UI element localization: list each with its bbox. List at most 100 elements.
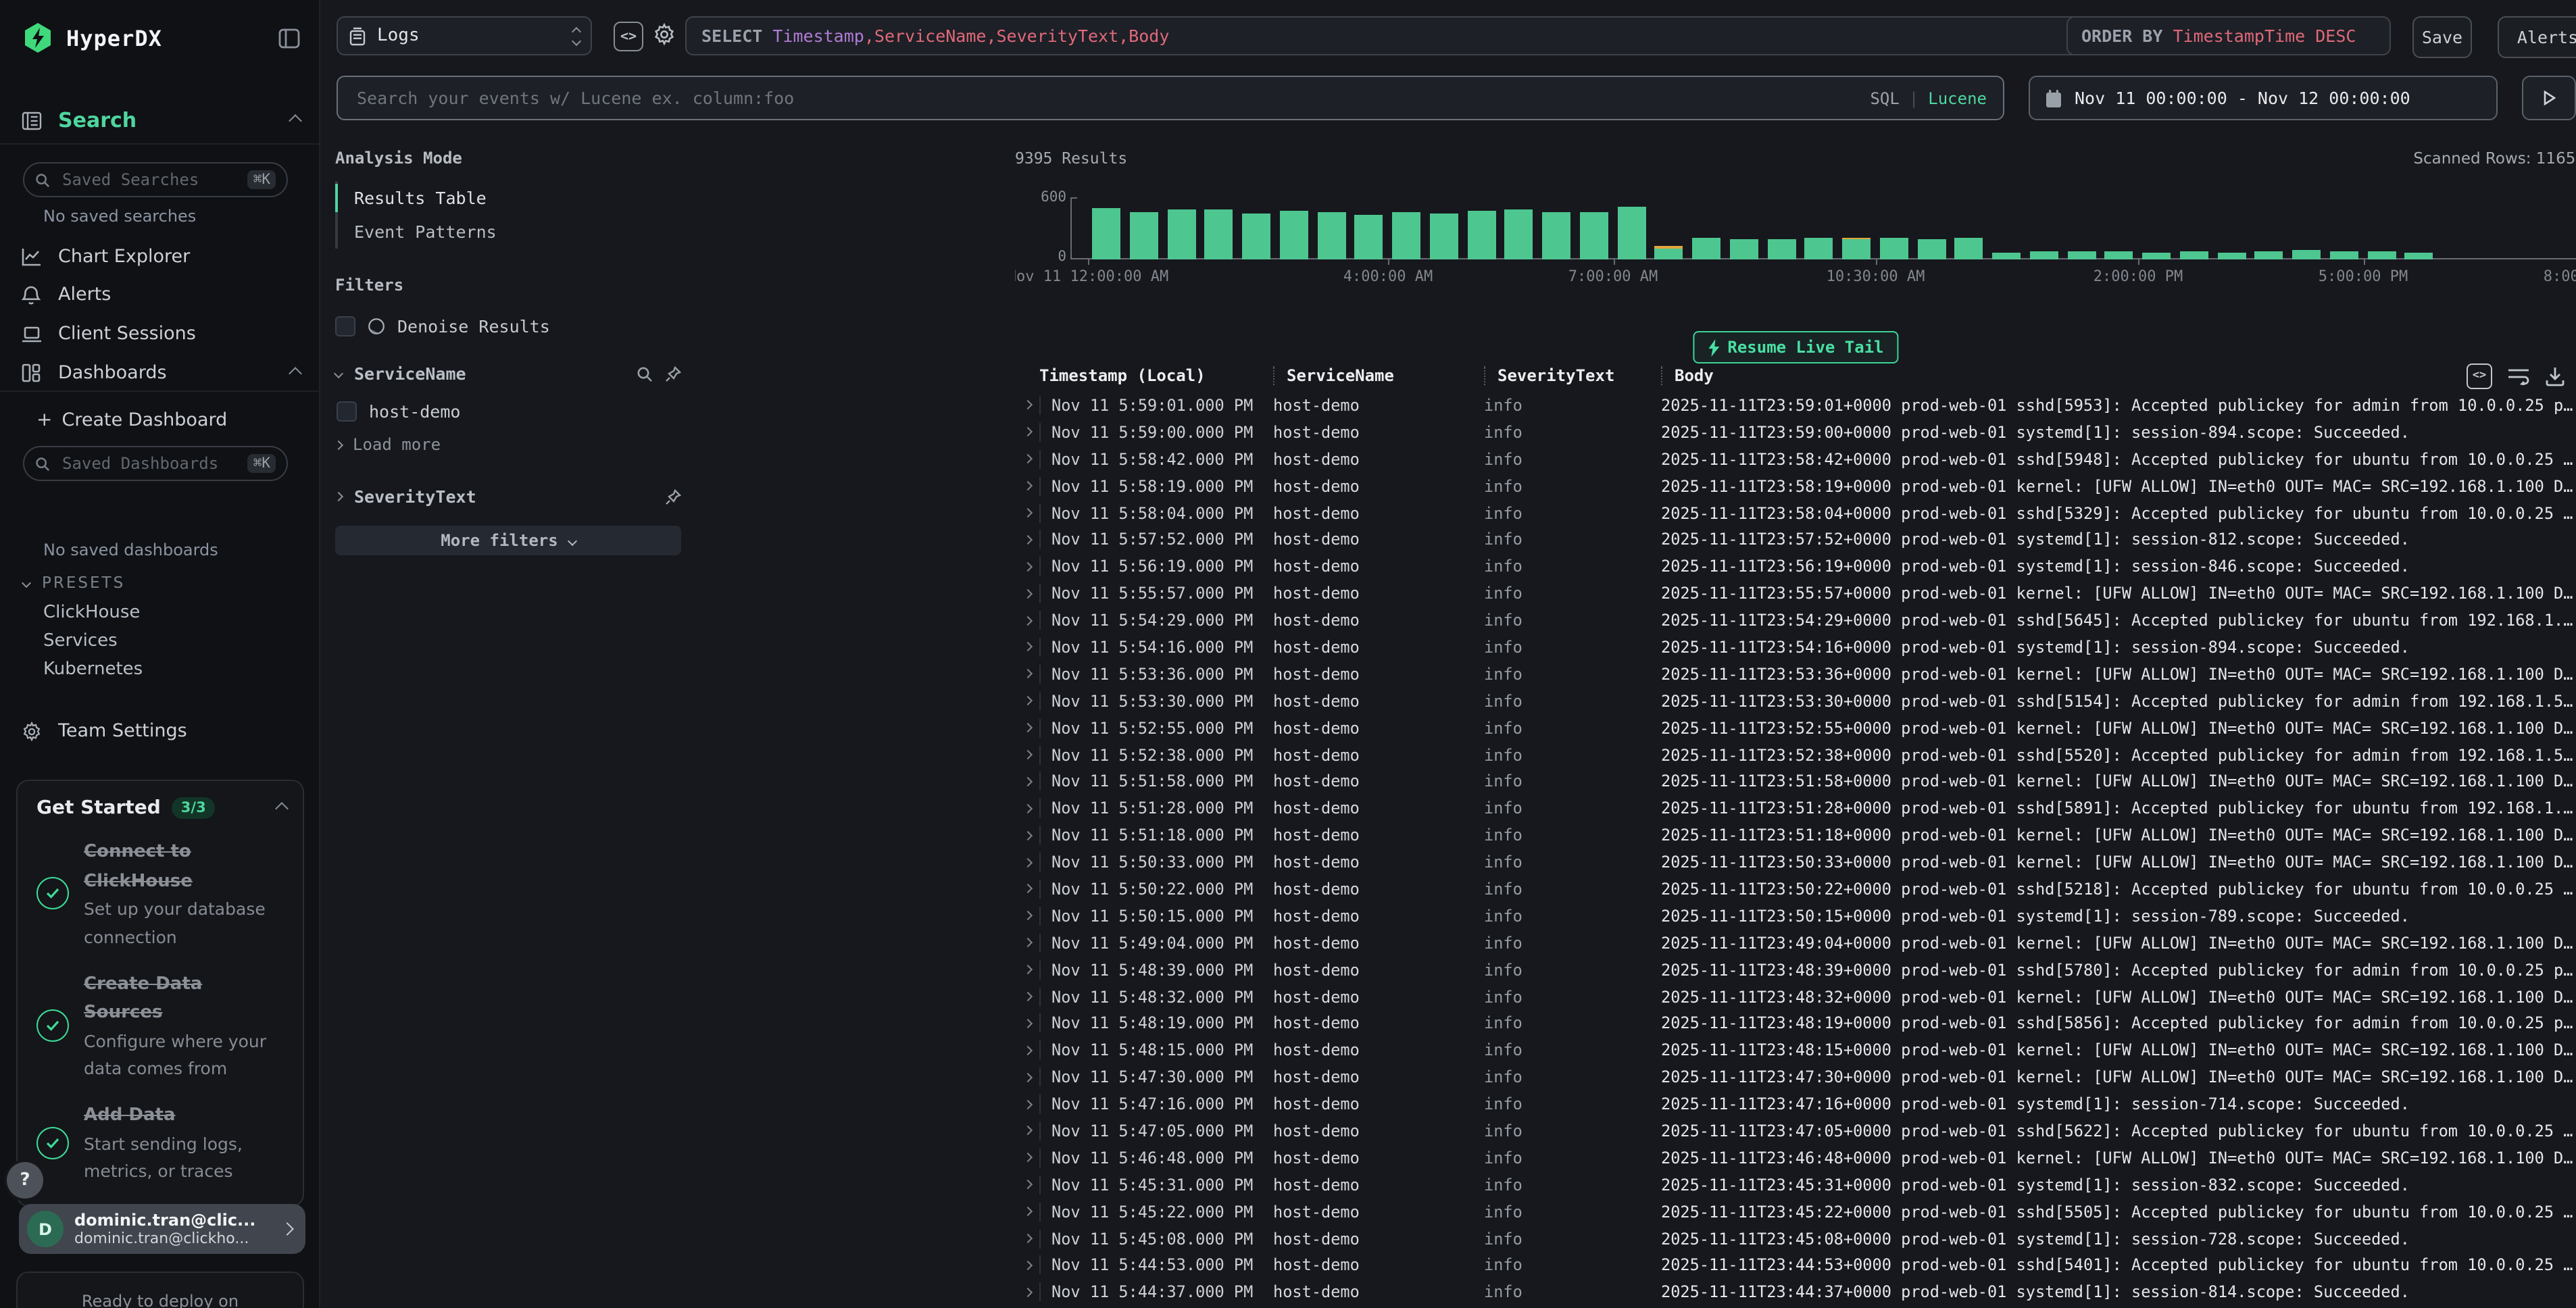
chart-bar[interactable] [1392, 211, 1420, 259]
sidebar-item-search[interactable]: Search [58, 108, 137, 132]
row-expand-chevron-icon[interactable] [1015, 482, 1039, 489]
load-more-button[interactable]: Load more [335, 435, 681, 454]
chart-bar[interactable] [1467, 211, 1495, 259]
filter-group-severitytext[interactable]: SeverityText [335, 486, 681, 507]
row-expand-chevron-icon[interactable] [1015, 1182, 1039, 1188]
table-row[interactable]: Nov 11 5:59:00.000 PMhost-demoinfo2025-1… [1015, 419, 2576, 446]
saved-dashboards-input[interactable]: ⌘K [23, 446, 288, 481]
chart-bar[interactable] [1805, 238, 1833, 259]
get-started-step[interactable]: Connect to ClickHouse Set up your databa… [36, 836, 287, 951]
table-row[interactable]: Nov 11 5:58:19.000 PMhost-demoinfo2025-1… [1015, 472, 2576, 499]
language-lucene-option[interactable]: Lucene [1928, 89, 1987, 107]
chevron-up-icon[interactable] [289, 114, 302, 127]
sidebar-item-alerts[interactable]: Alerts [22, 280, 300, 309]
chart-bar[interactable] [1167, 210, 1195, 259]
chart-bar[interactable] [1880, 238, 1908, 259]
sidebar-item-client-sessions[interactable]: Client Sessions [22, 319, 300, 349]
row-expand-chevron-icon[interactable] [1015, 697, 1039, 704]
table-row[interactable]: Nov 11 5:58:42.000 PMhost-demoinfo2025-1… [1015, 446, 2576, 473]
chart-bar[interactable] [1917, 239, 1946, 259]
chart-bar[interactable] [1092, 208, 1120, 259]
filter-group-servicename[interactable]: ServiceName [335, 363, 681, 384]
search-icon[interactable] [637, 366, 653, 382]
row-expand-chevron-icon[interactable] [1015, 1289, 1039, 1296]
row-expand-chevron-icon[interactable] [1015, 724, 1039, 731]
table-row[interactable]: Nov 11 5:50:15.000 PMhost-demoinfo2025-1… [1015, 903, 2576, 930]
table-row[interactable]: Nov 11 5:54:16.000 PMhost-demoinfo2025-1… [1015, 634, 2576, 661]
sidebar-collapse-button[interactable] [278, 28, 300, 48]
chart-bar[interactable] [2142, 252, 2171, 259]
table-row[interactable]: Nov 11 5:48:19.000 PMhost-demoinfo2025-1… [1015, 1010, 2576, 1037]
search-input[interactable] [354, 86, 1856, 109]
download-button[interactable] [2545, 366, 2565, 386]
row-expand-chevron-icon[interactable] [1015, 671, 1039, 678]
chart-bar[interactable] [1655, 247, 1683, 259]
chart-bar[interactable] [1130, 213, 1158, 259]
preset-services[interactable]: Services [43, 631, 118, 651]
row-expand-chevron-icon[interactable] [1015, 966, 1039, 973]
chart-bar[interactable] [1317, 211, 1345, 259]
chart-bar[interactable] [1617, 207, 1645, 259]
row-expand-chevron-icon[interactable] [1015, 805, 1039, 812]
table-row[interactable]: Nov 11 5:49:04.000 PMhost-demoinfo2025-1… [1015, 930, 2576, 957]
checkbox-icon[interactable] [337, 401, 357, 422]
table-row[interactable]: Nov 11 5:46:48.000 PMhost-demoinfo2025-1… [1015, 1144, 2576, 1172]
chart-bar[interactable] [1692, 237, 1720, 259]
table-row[interactable]: Nov 11 5:55:57.000 PMhost-demoinfo2025-1… [1015, 580, 2576, 607]
sidebar-item-chart-explorer[interactable]: Chart Explorer [22, 242, 300, 272]
chart-bar[interactable] [1430, 213, 1458, 259]
chart-bar[interactable] [1280, 211, 1308, 259]
chart-bar[interactable] [2405, 252, 2433, 259]
row-expand-chevron-icon[interactable] [1015, 536, 1039, 543]
row-expand-chevron-icon[interactable] [1015, 509, 1039, 516]
row-expand-chevron-icon[interactable] [1015, 563, 1039, 570]
table-row[interactable]: Nov 11 5:52:55.000 PMhost-demoinfo2025-1… [1015, 714, 2576, 741]
chart-bar[interactable] [1842, 237, 1871, 259]
source-select[interactable]: Logs [337, 16, 592, 55]
pin-icon[interactable] [665, 366, 681, 382]
denoise-results-checkbox[interactable]: Denoise Results [335, 316, 681, 336]
row-expand-chevron-icon[interactable] [1015, 1101, 1039, 1107]
preset-clickhouse[interactable]: ClickHouse [43, 603, 140, 623]
save-button[interactable]: Save [2412, 16, 2472, 58]
table-row[interactable]: Nov 11 5:45:08.000 PMhost-demoinfo2025-1… [1015, 1225, 2576, 1252]
filter-value-host-demo[interactable]: host-demo [337, 401, 681, 422]
saved-dashboards-field[interactable] [59, 453, 248, 474]
row-expand-chevron-icon[interactable] [1015, 590, 1039, 597]
chart-bar[interactable] [1505, 209, 1533, 259]
row-expand-chevron-icon[interactable] [1015, 751, 1039, 758]
row-expand-chevron-icon[interactable] [1015, 886, 1039, 892]
row-expand-chevron-icon[interactable] [1015, 617, 1039, 624]
table-row[interactable]: Nov 11 5:47:05.000 PMhost-demoinfo2025-1… [1015, 1117, 2576, 1144]
table-row[interactable]: Nov 11 5:47:16.000 PMhost-demoinfo2025-1… [1015, 1090, 2576, 1117]
table-row[interactable]: Nov 11 5:53:36.000 PMhost-demoinfo2025-1… [1015, 661, 2576, 688]
sidebar-item-team-settings[interactable]: Team Settings [22, 716, 300, 746]
row-expand-chevron-icon[interactable] [1015, 940, 1039, 947]
table-row[interactable]: Nov 11 5:54:29.000 PMhost-demoinfo2025-1… [1015, 607, 2576, 634]
row-expand-chevron-icon[interactable] [1015, 1128, 1039, 1134]
chart-bar[interactable] [2105, 251, 2133, 259]
table-row[interactable]: Nov 11 5:50:33.000 PMhost-demoinfo2025-1… [1015, 849, 2576, 876]
table-row[interactable]: Nov 11 5:50:22.000 PMhost-demoinfo2025-1… [1015, 876, 2576, 903]
preset-kubernetes[interactable]: Kubernetes [43, 659, 143, 680]
sidebar-item-dashboards[interactable]: Dashboards [22, 358, 300, 388]
column-header-servicename[interactable]: ServiceName [1273, 366, 1484, 385]
create-dashboard-button[interactable]: + Create Dashboard [36, 405, 300, 435]
row-expand-chevron-icon[interactable] [1015, 1262, 1039, 1269]
row-expand-chevron-icon[interactable] [1015, 1074, 1039, 1080]
select-columns-input[interactable]: SELECT Timestamp,ServiceName,SeverityTex… [685, 16, 2241, 55]
row-expand-chevron-icon[interactable] [1015, 1235, 1039, 1242]
chart-bar[interactable] [1992, 252, 2021, 259]
row-expand-chevron-icon[interactable] [1015, 778, 1039, 785]
row-expand-chevron-icon[interactable] [1015, 1208, 1039, 1215]
chevron-up-icon[interactable] [275, 801, 289, 815]
user-menu[interactable]: D dominic.tran@clic... dominic.tran@clic… [19, 1204, 305, 1254]
chart-bar[interactable] [1242, 213, 1270, 259]
chart-bar[interactable] [2180, 251, 2208, 259]
chart-bar[interactable] [1205, 209, 1233, 259]
table-row[interactable]: Nov 11 5:58:04.000 PMhost-demoinfo2025-1… [1015, 499, 2576, 526]
table-row[interactable]: Nov 11 5:45:22.000 PMhost-demoinfo2025-1… [1015, 1198, 2576, 1225]
table-row[interactable]: Nov 11 5:45:31.000 PMhost-demoinfo2025-1… [1015, 1172, 2576, 1199]
get-started-step[interactable]: Add Data Start sending logs, metrics, or… [36, 1100, 287, 1185]
table-row[interactable]: Nov 11 5:48:15.000 PMhost-demoinfo2025-1… [1015, 1037, 2576, 1064]
